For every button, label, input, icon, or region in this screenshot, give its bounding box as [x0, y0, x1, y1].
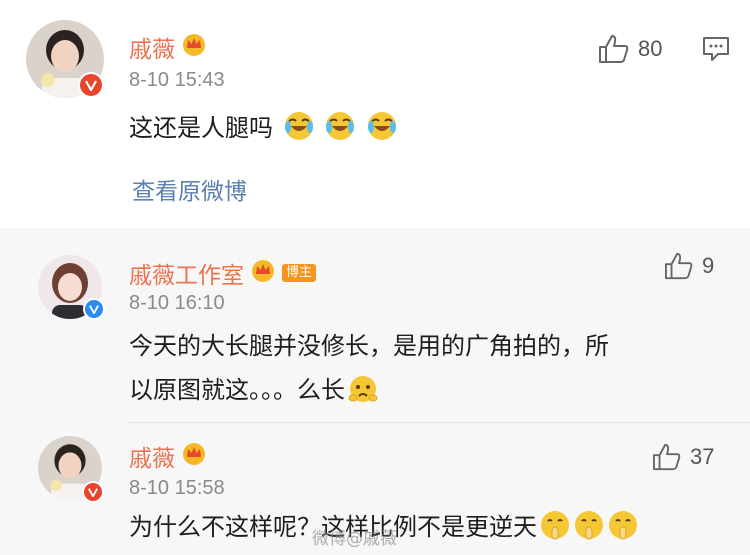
timestamp: 8-10 15:43 — [129, 69, 225, 91]
comment-item: 戚薇 8-10 15:43 这还是人腿吗 查看原微博 80 — [0, 0, 750, 228]
crown-icon — [250, 258, 276, 288]
author-tag: 博主 — [282, 264, 317, 282]
reply-icon[interactable] — [702, 36, 730, 66]
laugh-cry-icon — [367, 112, 396, 140]
shush-icon — [575, 511, 603, 540]
username[interactable]: 戚薇 — [129, 439, 207, 473]
thumb-up-icon — [653, 443, 681, 471]
comment-text: 今天的大长腿并没修长，是用的广角拍的，所 以原图就这。。。么长 — [129, 324, 609, 412]
crown-icon — [181, 32, 207, 62]
verified-badge-icon — [83, 298, 105, 320]
worried-icon — [348, 376, 378, 402]
view-original-weibo-link[interactable]: 查看原微博 — [132, 172, 247, 206]
username[interactable]: 戚薇工作室 博主 — [129, 256, 317, 290]
crown-icon — [181, 441, 207, 471]
shush-icon — [541, 511, 569, 540]
like-count: 37 — [690, 444, 715, 469]
like-button[interactable]: 37 — [652, 443, 714, 471]
comment-text-line: 以原图就这。。。么长 — [129, 368, 609, 412]
thumb-up-icon — [599, 35, 629, 63]
laugh-cry-icon — [326, 112, 355, 140]
like-count: 9 — [702, 253, 715, 278]
timestamp: 8-10 15:58 — [129, 477, 225, 499]
vip-badge-icon — [82, 481, 104, 503]
shush-icon — [609, 511, 637, 540]
like-button[interactable]: 80 — [598, 34, 662, 64]
username[interactable]: 戚薇 — [129, 30, 207, 64]
watermark: 微博@戚薇 — [312, 529, 397, 549]
comment-text: 这还是人腿吗 — [129, 106, 398, 150]
vip-badge-icon — [78, 72, 104, 98]
like-button[interactable]: 9 — [664, 252, 714, 280]
comment-text-line: 今天的大长腿并没修长，是用的广角拍的，所 — [129, 332, 609, 360]
reply-item: 戚薇工作室 博主 8-10 16:10 今天的大长腿并没修长，是用的广角拍的，所… — [0, 228, 750, 423]
thumb-up-icon — [665, 252, 693, 280]
like-count: 80 — [638, 36, 663, 61]
laugh-cry-icon — [284, 112, 313, 140]
timestamp: 8-10 16:10 — [129, 292, 225, 314]
